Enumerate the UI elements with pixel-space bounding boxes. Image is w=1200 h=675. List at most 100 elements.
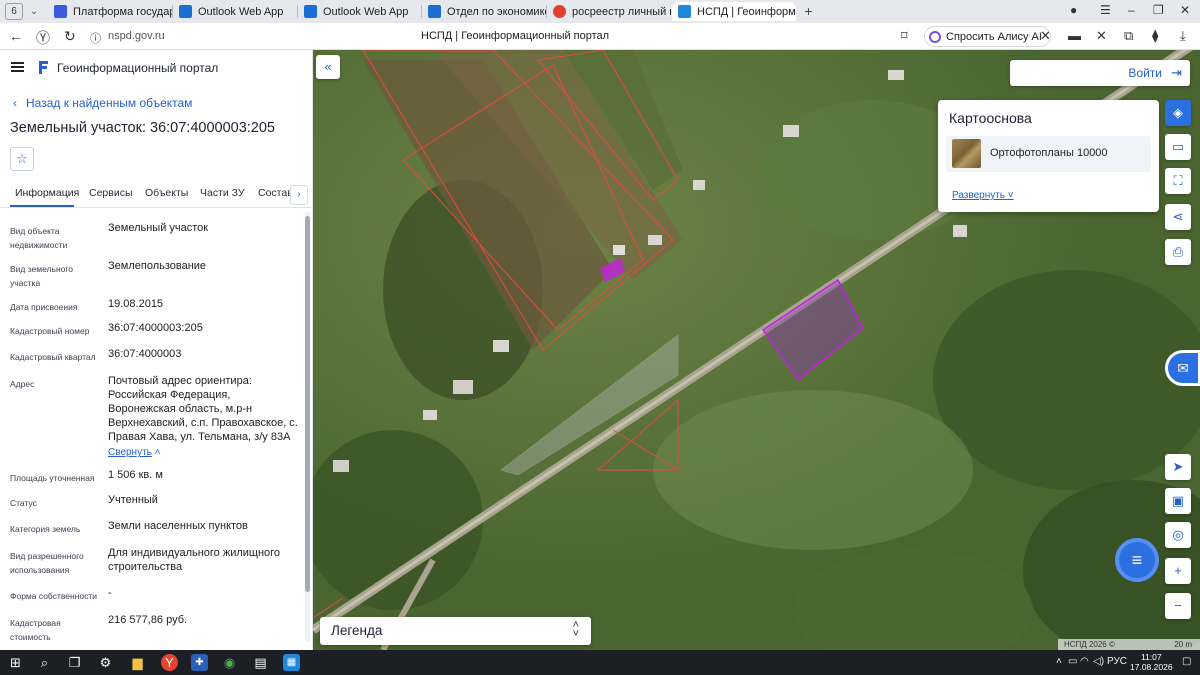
wifi-icon[interactable]: ◠: [1080, 656, 1089, 667]
login-button[interactable]: Войти ⇥: [1010, 60, 1190, 86]
locate-icon[interactable]: ➤: [1165, 454, 1191, 480]
volume-icon[interactable]: ◁): [1093, 656, 1104, 667]
chrome-icon[interactable]: ◉: [221, 654, 238, 671]
expand-basemaps-link[interactable]: Развернуть ˅: [952, 190, 1014, 201]
legend-dropdown[interactable]: Легенда ˄ ˅: [320, 617, 591, 645]
clock[interactable]: 11:07 17.08.2026: [1130, 652, 1173, 672]
file-explorer-icon[interactable]: ▆: [129, 654, 146, 671]
tab-objects[interactable]: Объекты: [145, 187, 188, 199]
clock-date: 17.08.2026: [1130, 662, 1173, 672]
extension-icon[interactable]: ✕: [1040, 28, 1051, 44]
property-value: 36:07:4000003: [108, 348, 182, 360]
print-icon[interactable]: ⎙: [1165, 239, 1191, 265]
yandex-browser-taskbar-icon[interactable]: Y: [161, 654, 178, 671]
browser-tab[interactable]: Отдел по экономике и уп: [422, 2, 547, 21]
browser-tab[interactable]: Outlook Web App: [173, 2, 298, 21]
info-tabs: Информация Сервисы Объекты Части ЗУ Сост…: [0, 181, 312, 208]
tray-chevron-icon[interactable]: ˄: [1056, 656, 1062, 667]
browser-tab-label: Отдел по экономике и уп: [447, 5, 547, 18]
geolocation-icon[interactable]: ◎: [1165, 522, 1191, 548]
portal-brand[interactable]: Геоинформационный портал: [57, 61, 218, 75]
zoom-in-button[interactable]: +: [1165, 558, 1191, 584]
property-value: Учтенный: [108, 494, 158, 506]
site-info-icon[interactable]: ⓘ: [90, 30, 101, 46]
task-view-icon[interactable]: ❐: [66, 654, 83, 671]
minimize-icon[interactable]: –: [1128, 3, 1135, 17]
zoom-out-button[interactable]: −: [1165, 593, 1191, 619]
notifications-icon[interactable]: ▢: [1182, 656, 1191, 667]
property-value: 216 577,86 руб.: [108, 614, 188, 626]
windows-taskbar: ⊞ ⌕ ❐ ⚙ ▆ Y ✚ ◉ ▤ ▦ ˄ ▭ ◠ ◁) РУС 11:07 1…: [0, 650, 1200, 675]
basemap-layer-label: Ортофотопланы 10000: [990, 147, 1108, 159]
share-icon[interactable]: ⧫: [1152, 28, 1158, 44]
profile-icon[interactable]: ●: [1070, 3, 1077, 17]
bookmark-icon[interactable]: ⌑: [901, 28, 908, 44]
property-label: Вид земельного участка: [10, 264, 74, 288]
object-info-panel: Геоинформационный портал ‹ Назад к найден…: [0, 50, 313, 650]
yandex-browser-icon[interactable]: Ⓨ: [36, 28, 50, 48]
extension-icon[interactable]: ▬: [1068, 28, 1081, 43]
url-field[interactable]: nspd.gov.ru: [108, 30, 165, 42]
property-label: Дата присвоения: [10, 302, 78, 312]
collapse-address-link[interactable]: Свернуть ˄: [108, 446, 298, 460]
orthophoto-thumbnail: [952, 139, 981, 168]
back-link-label: Назад к найденным объектам: [26, 96, 193, 110]
chevron-down-icon[interactable]: ⌄: [23, 6, 45, 17]
browser-tab-active[interactable]: НСПД | Геоинформац ✕: [672, 2, 796, 21]
favorite-star-icon[interactable]: ☆: [10, 147, 34, 171]
share-icon[interactable]: ⋖: [1165, 204, 1191, 230]
panel-scrollbar-thumb[interactable]: [305, 216, 310, 592]
property-value: Землепользование: [108, 260, 207, 272]
windows-start-icon[interactable]: ⊞: [7, 654, 24, 671]
bookmarks-icon[interactable]: ☰: [1100, 3, 1111, 17]
property-label: Вид разрешенного использования: [10, 551, 84, 575]
map-view[interactable]: « Войти ⇥ Картооснова Ортофотопланы 1000…: [313, 50, 1200, 650]
network-icon[interactable]: ▭: [1068, 656, 1077, 667]
settings-gear-icon[interactable]: ⚙: [97, 654, 114, 671]
extension-icon[interactable]: ✕: [1096, 28, 1107, 44]
search-icon[interactable]: ⌕: [36, 654, 53, 671]
map-layer-toggle-icon[interactable]: ▣: [1165, 488, 1191, 514]
browser-tab[interactable]: Outlook Web App: [298, 2, 422, 21]
back-arrow-icon[interactable]: ←: [9, 28, 23, 44]
collapse-panel-button[interactable]: «: [316, 55, 340, 79]
window-close-icon[interactable]: ✕: [1180, 3, 1190, 17]
app-taskbar-icon[interactable]: ▤: [252, 654, 269, 671]
reload-icon[interactable]: ↻: [64, 28, 76, 45]
tab-parcel-parts[interactable]: Части ЗУ: [200, 187, 245, 199]
ruler-icon[interactable]: ▭: [1165, 134, 1191, 160]
nspd-icon: [678, 5, 691, 18]
back-to-results-link[interactable]: ‹ Назад к найденным объектам: [13, 96, 192, 110]
language-indicator[interactable]: РУС: [1107, 656, 1127, 667]
property-label: Кадастровая стоимость: [10, 618, 61, 642]
basemap-layer-item[interactable]: Ортофотопланы 10000: [946, 136, 1151, 172]
app-taskbar-icon[interactable]: ▦: [283, 654, 300, 671]
property-label: Площадь уточненная: [10, 473, 95, 483]
new-tab-button[interactable]: +: [800, 3, 817, 20]
browser-tab[interactable]: Платформа государстве: [48, 2, 173, 21]
download-icon[interactable]: ⤓: [1180, 28, 1186, 44]
tab-services[interactable]: Сервисы: [89, 187, 133, 199]
chat-assistant-icon[interactable]: ≡: [1115, 538, 1159, 582]
tab-information[interactable]: Информация: [15, 187, 79, 199]
browser-tab[interactable]: росреестр личный кабин: [547, 2, 671, 21]
tab-composition[interactable]: Состав: [258, 187, 293, 199]
puzzle-icon[interactable]: ⧉: [1124, 28, 1133, 44]
menu-icon[interactable]: [11, 62, 24, 72]
restore-icon[interactable]: ❐: [1153, 3, 1164, 17]
layers-tool-button[interactable]: ◈: [1165, 100, 1191, 126]
scale-bar-label: 20 m: [1174, 640, 1192, 649]
app-taskbar-icon[interactable]: ✚: [191, 654, 208, 671]
tabs-scroll-right-button[interactable]: ›: [290, 185, 308, 205]
property-value: 19.08.2015: [108, 298, 164, 310]
tab-counter[interactable]: 6: [5, 3, 23, 20]
chevron-up-icon: ˄: [154, 447, 161, 458]
support-icon[interactable]: ✉: [1165, 350, 1200, 386]
ask-alice-button[interactable]: Спросить Алису AI: [924, 26, 1051, 47]
attribution-text: НСПД 2026 ©: [1064, 640, 1115, 649]
outlook-icon: [304, 5, 317, 18]
property-value: Земли населенных пунктов: [108, 520, 248, 532]
property-value: 1 506 кв. м: [108, 469, 163, 481]
select-area-icon[interactable]: ⛶: [1165, 168, 1191, 194]
property-label: Форма собственности: [10, 591, 97, 601]
